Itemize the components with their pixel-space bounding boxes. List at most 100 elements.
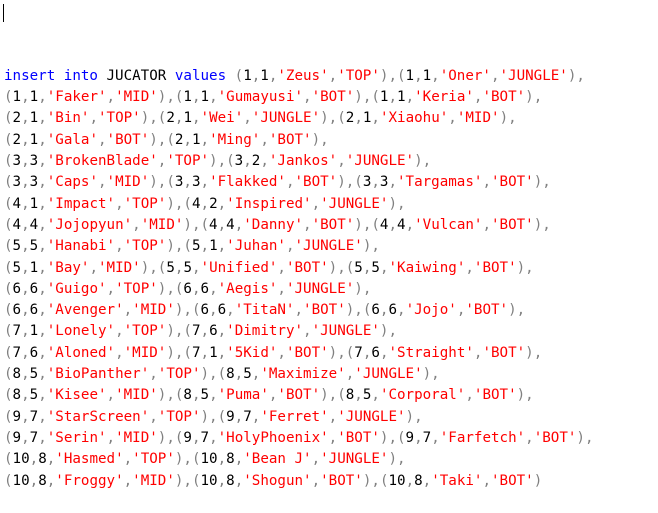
string-literal: 'Wei': [200, 110, 244, 127]
punctuation: ,: [294, 302, 304, 319]
code-line[interactable]: (4,4,'Jojopyun','MID'),(4,4,'Danny','BOT…: [4, 215, 658, 236]
punctuation: ,: [200, 195, 210, 212]
number-literal: 4: [397, 216, 406, 233]
punctuation: ,: [38, 302, 47, 319]
punctuation: ,: [234, 216, 244, 233]
punctuation: ,: [448, 110, 457, 127]
punctuation: ,: [191, 259, 201, 276]
code-line[interactable]: (10,8,'Froggy','MID'),(10,8,'Shogun','BO…: [4, 471, 658, 492]
punctuation: ,: [21, 110, 30, 127]
number-literal: 1: [209, 344, 218, 361]
code-line[interactable]: insert into JUCATOR values (1,1,'Zeus','…: [4, 66, 658, 87]
punctuation: (: [4, 451, 13, 468]
punctuation: ,: [285, 238, 295, 255]
punctuation: ,: [38, 408, 47, 425]
punctuation: ,: [38, 238, 47, 255]
punctuation: ,: [405, 472, 415, 489]
number-literal: 6: [183, 280, 192, 297]
code-line[interactable]: (5,5,'Hanabi','TOP'),(5,1,'Juhan','JUNGL…: [4, 236, 658, 257]
number-literal: 7: [12, 323, 22, 340]
string-literal: 'BOT': [106, 131, 150, 148]
code-line[interactable]: (7,6,'Aloned','MID'),(7,1,'5Kid','BOT'),…: [4, 343, 658, 364]
punctuation: ,: [21, 387, 30, 404]
sql-editor[interactable]: insert into JUCATOR values (1,1,'Zeus','…: [0, 0, 658, 489]
number-literal: 6: [29, 302, 39, 319]
string-literal: 'MID': [140, 216, 184, 233]
punctuation: ,: [371, 387, 380, 404]
punctuation: ),(: [157, 429, 184, 446]
string-literal: 'BOT': [303, 302, 346, 319]
punctuation: ,: [226, 302, 235, 319]
code-line[interactable]: (7,1,'Lonely','TOP'),(7,6,'Dimitry','JUN…: [4, 321, 658, 342]
number-literal: 3: [12, 174, 22, 191]
number-literal: 4: [12, 195, 22, 212]
number-literal: 1: [29, 131, 39, 148]
number-literal: 8: [226, 451, 235, 468]
string-literal: 'BOT': [465, 302, 509, 319]
punctuation: ),: [311, 131, 329, 148]
number-literal: 7: [191, 323, 201, 340]
code-line[interactable]: (5,1,'Bay','MID'),(5,5,'Unified','BOT'),…: [4, 258, 658, 279]
string-literal: 'BOT': [320, 472, 363, 489]
punctuation: ),: [388, 195, 406, 212]
number-literal: 5: [243, 366, 252, 383]
string-literal: 'Jojo': [405, 302, 457, 319]
punctuation: ,: [243, 153, 252, 170]
punctuation: ,: [149, 366, 158, 383]
code-line[interactable]: (6,6,'Avenger','MID'),(6,6,'TitaN','BOT'…: [4, 300, 658, 321]
string-literal: 'MID': [98, 259, 141, 276]
string-literal: 'JUNGLE': [320, 195, 389, 212]
string-literal: 'JUNGLE': [354, 366, 423, 383]
number-literal: 2: [166, 110, 175, 127]
code-line[interactable]: (3,3,'Caps','MID'),(3,3,'Flakked','BOT')…: [4, 172, 658, 193]
punctuation: ,: [388, 216, 398, 233]
string-literal: 'JUNGLE': [251, 110, 321, 127]
string-literal: 'MID': [106, 174, 150, 191]
punctuation: ),(: [354, 89, 380, 106]
punctuation: ): [533, 472, 543, 489]
number-literal: 5: [29, 387, 39, 404]
code-line[interactable]: (4,1,'Impact','TOP'),(4,2,'Inspired','JU…: [4, 194, 658, 215]
string-literal: 'Targamas': [397, 174, 483, 191]
code-line[interactable]: (3,3,'BrokenBlade','TOP'),(3,2,'Jankos',…: [4, 151, 658, 172]
number-literal: 6: [217, 302, 227, 319]
number-literal: 1: [191, 131, 201, 148]
code-line[interactable]: (6,6,'Guigo','TOP'),(6,6,'Aegis','JUNGLE…: [4, 279, 658, 300]
string-literal: 'Straight': [388, 344, 474, 361]
code-area[interactable]: insert into JUCATOR values (1,1,'Zeus','…: [4, 66, 658, 492]
code-line[interactable]: (2,1,'Bin','TOP'),(2,1,'Wei','JUNGLE'),(…: [4, 108, 658, 129]
string-literal: 'Ming': [209, 131, 261, 148]
number-literal: 4: [191, 195, 201, 212]
code-line[interactable]: (8,5,'BioPanther','TOP'),(8,5,'Maximize'…: [4, 364, 658, 385]
string-literal: 'Flakked': [209, 174, 286, 191]
punctuation: (: [4, 195, 13, 212]
punctuation: (: [4, 153, 13, 170]
string-literal: 'BrokenBlade': [46, 153, 158, 170]
punctuation: ,: [132, 216, 141, 233]
string-literal: 'BioPanther': [46, 366, 150, 383]
punctuation: (: [4, 89, 13, 106]
number-literal: 7: [12, 344, 22, 361]
punctuation: ),: [516, 387, 534, 404]
punctuation: ,: [29, 451, 39, 468]
code-line[interactable]: (1,1,'Faker','MID'),(1,1,'Gumayusi','BOT…: [4, 87, 658, 108]
number-literal: 7: [200, 429, 210, 446]
punctuation: ,: [123, 451, 133, 468]
code-line[interactable]: (9,7,'Serin','MID'),(9,7,'HolyPhoenix','…: [4, 428, 658, 449]
string-literal: 'Danny': [243, 216, 304, 233]
punctuation: ,: [405, 89, 415, 106]
punctuation: ,: [251, 67, 261, 84]
number-literal: 2: [12, 131, 22, 148]
number-literal: 4: [29, 216, 39, 233]
punctuation: ,: [490, 67, 500, 84]
punctuation: ),(: [320, 387, 346, 404]
punctuation: ,: [46, 472, 56, 489]
code-line[interactable]: (2,1,'Gala','BOT'),(2,1,'Ming','BOT'),: [4, 130, 658, 151]
code-line[interactable]: (9,7,'StarScreen','TOP'),(9,7,'Ferret','…: [4, 407, 658, 428]
punctuation: ,: [311, 451, 321, 468]
number-literal: 1: [260, 67, 269, 84]
number-literal: 3: [191, 174, 201, 191]
code-line[interactable]: (10,8,'Hasmed','TOP'),(10,8,'Bean J','JU…: [4, 449, 658, 470]
code-line[interactable]: (8,5,'Kisee','MID'),(8,5,'Puma','BOT'),(…: [4, 385, 658, 406]
number-literal: 6: [200, 280, 210, 297]
